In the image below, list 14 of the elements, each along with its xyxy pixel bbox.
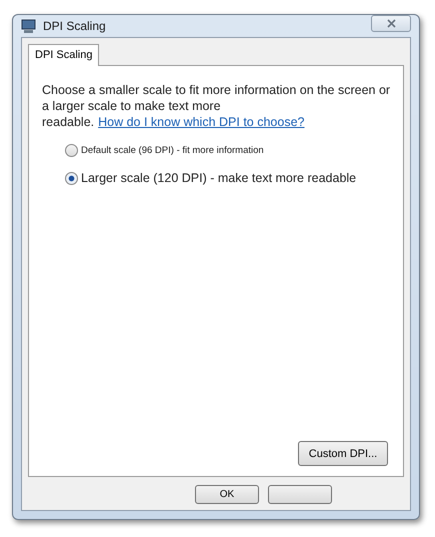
close-button[interactable] [371, 14, 411, 32]
close-icon [386, 18, 396, 28]
help-link[interactable]: How do I know which DPI to choose? [98, 115, 304, 129]
option-label: Default scale (96 DPI) - fit more information [81, 145, 264, 156]
description-text: Choose a smaller scale to fit more information on the screen or a larger scale to make text more readable. How do I know which DPI to choose? [42, 82, 392, 130]
custom-dpi-button[interactable]: Custom DPI... [298, 441, 388, 466]
ok-button[interactable]: OK [195, 485, 259, 504]
dialog-button[interactable] [268, 485, 332, 504]
radio-button[interactable] [65, 144, 78, 157]
window-title: DPI Scaling [43, 19, 107, 33]
tab[interactable]: DPI Scaling [28, 44, 100, 66]
monitor-icon [21, 18, 37, 34]
option-label: Larger scale (120 DPI) - make text more readable [81, 171, 356, 185]
radio-button[interactable] [65, 172, 78, 184]
